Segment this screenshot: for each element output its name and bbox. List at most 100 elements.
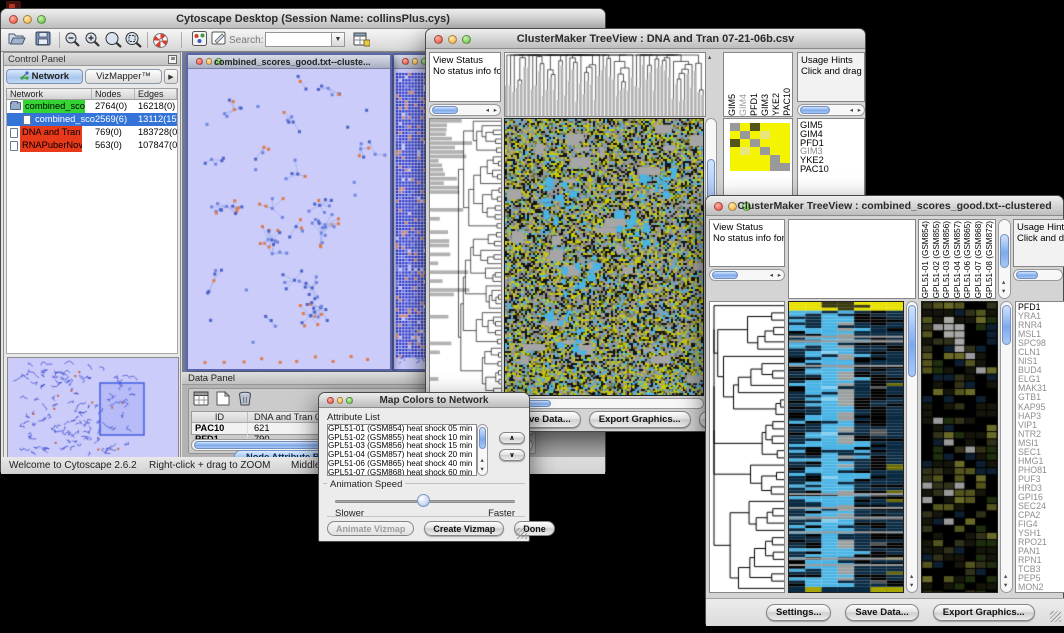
column-header-network[interactable]: Network	[7, 89, 92, 99]
matrix-cell[interactable]	[740, 163, 750, 171]
help-lifesaver-icon[interactable]	[153, 31, 173, 49]
search-input[interactable]	[267, 34, 331, 45]
heatmap-vscrollbar[interactable]: ▴▾	[906, 301, 918, 593]
delete-attribute-icon[interactable]	[236, 391, 253, 408]
birdseye-view-panel[interactable]	[7, 357, 179, 462]
selected-vscrollbar[interactable]: ▴▾	[1000, 301, 1013, 593]
matrix-cell[interactable]	[730, 147, 740, 155]
search-dropdown-arrow[interactable]: ▼	[331, 33, 344, 46]
heatmap-hscrollbar[interactable]	[504, 398, 704, 409]
animate-vizmap-button[interactable]: Animate Vizmap	[327, 521, 414, 536]
network-window-main[interactable]: combined_scores_good.txt--cluste...	[186, 53, 392, 371]
view-status-scrollbar[interactable]: ◂▸	[429, 104, 501, 116]
correlation-matrix[interactable]	[730, 123, 790, 171]
network-tree-row[interactable]: combined_sco2569(6)13112(15)	[7, 113, 177, 126]
matrix-cell[interactable]	[750, 139, 760, 147]
column-dendrogram-panel[interactable]	[504, 52, 706, 117]
column-dendrogram-canvas[interactable]	[505, 53, 705, 116]
main-titlebar[interactable]: Cytoscape Desktop (Session Name: collins…	[1, 9, 605, 29]
close-button[interactable]	[196, 58, 203, 65]
gene-label[interactable]: PAC10	[798, 165, 864, 174]
matrix-cell[interactable]	[780, 155, 790, 163]
minimize-button[interactable]	[206, 58, 213, 65]
export-graphics-button[interactable]: Export Graphics...	[933, 604, 1035, 621]
matrix-cell[interactable]	[770, 147, 780, 155]
close-button[interactable]	[402, 58, 409, 65]
gene-label[interactable]: MON2	[1016, 583, 1064, 592]
row-dendrogram-panel[interactable]	[429, 118, 502, 396]
matrix-cell[interactable]	[750, 147, 760, 155]
column-labels-scrollbar[interactable]: ▴▾	[998, 219, 1011, 299]
matrix-cell[interactable]	[780, 139, 790, 147]
view-status-scrollbar[interactable]: ◂▸	[709, 269, 785, 281]
column-header-nodes[interactable]: Nodes	[92, 89, 135, 99]
heatmap-canvas[interactable]	[789, 302, 903, 592]
zoom-fit-icon[interactable]	[123, 31, 143, 49]
column-label[interactable]: GPL51-03 (GSM856)	[942, 221, 953, 298]
matrix-cell[interactable]	[750, 163, 760, 171]
tabs-overflow-button[interactable]: ▶	[164, 69, 178, 84]
attribute-list-item[interactable]: GPL51-07 (GSM868) heat shock 60 min	[328, 469, 476, 476]
float-panel-icon[interactable]	[168, 55, 177, 64]
matrix-cell[interactable]	[730, 163, 740, 171]
matrix-cell[interactable]	[750, 131, 760, 139]
column-label[interactable]: GPL51-01 (GSM854)	[921, 221, 932, 298]
import-table-icon[interactable]	[351, 31, 371, 49]
column-label[interactable]: GIM3	[760, 94, 771, 116]
column-label[interactable]: GPL51-02 (GSM855)	[932, 221, 943, 298]
settings-button[interactable]: Settings...	[766, 604, 831, 621]
matrix-cell[interactable]	[760, 131, 770, 139]
matrix-cell[interactable]	[760, 123, 770, 131]
network-window-titlebar[interactable]: combined_scores_good.txt--cluste...	[188, 55, 390, 69]
matrix-cell[interactable]	[770, 131, 780, 139]
matrix-cell[interactable]	[740, 155, 750, 163]
matrix-cell[interactable]	[780, 131, 790, 139]
tab-vizmapper[interactable]: VizMapper™	[85, 69, 162, 84]
usage-hints-scrollbar[interactable]	[1013, 269, 1063, 281]
save-data-button[interactable]: Save Data...	[845, 604, 918, 621]
close-button[interactable]	[434, 35, 443, 44]
selected-heatmap-canvas[interactable]	[922, 302, 997, 592]
vizmapper-palette-icon[interactable]	[189, 31, 209, 49]
gene-labels-panel[interactable]: PFD1YRA1RNR4MSL1SPC98CLN1NIS1BUD4ELG1MAK…	[1015, 301, 1064, 593]
animation-speed-slider-knob[interactable]	[417, 494, 430, 507]
matrix-cell[interactable]	[750, 123, 760, 131]
close-button[interactable]	[714, 202, 723, 211]
matrix-cell[interactable]	[780, 123, 790, 131]
tab-network[interactable]: Network	[6, 69, 83, 84]
network-tree-row[interactable]: DNA and Tran 07769(0)183728(0)	[7, 126, 177, 139]
resize-grip[interactable]	[1050, 611, 1061, 622]
usage-hints-scrollbar[interactable]: ◂▸	[797, 104, 865, 116]
network-tree-row[interactable]: RNAPuberNov2+563(0)107847(0)	[7, 139, 177, 152]
open-folder-icon[interactable]	[7, 31, 27, 49]
matrix-cell[interactable]	[730, 155, 740, 163]
matrix-cell[interactable]	[760, 163, 770, 171]
column-label[interactable]: PAC10	[782, 88, 793, 116]
column-label[interactable]: GIM4	[738, 94, 749, 116]
attribute-list[interactable]: GPL51-01 (GSM854) heat shock 05 minGPL51…	[327, 424, 477, 476]
selected-heatmap-panel[interactable]	[921, 301, 998, 593]
column-tree-panel[interactable]	[788, 219, 916, 299]
save-icon[interactable]	[33, 31, 53, 49]
column-label[interactable]: GPL51-07 (GSM868)	[974, 221, 985, 298]
create-vizmap-button[interactable]: Create Vizmap	[424, 521, 504, 536]
column-label[interactable]: GPL51-04 (GSM857)	[953, 221, 964, 298]
matrix-cell[interactable]	[740, 131, 750, 139]
move-up-button[interactable]: ∧	[499, 432, 525, 444]
matrix-cell[interactable]	[760, 139, 770, 147]
matrix-cell[interactable]	[740, 123, 750, 131]
matrix-cell[interactable]	[730, 123, 740, 131]
resize-grip[interactable]	[516, 528, 527, 539]
heatmap-canvas[interactable]	[505, 119, 703, 395]
column-header-id[interactable]: ID	[192, 412, 248, 422]
network-tree-row[interactable]: combined_scores2764(0)16218(0)	[7, 100, 177, 113]
zoom-selected-icon[interactable]	[103, 31, 123, 49]
column-label[interactable]: GPL51-08 (GSM872)	[985, 221, 996, 298]
new-attribute-icon[interactable]	[214, 391, 231, 408]
search-combo[interactable]: ▼	[265, 32, 345, 47]
close-button[interactable]	[9, 15, 18, 24]
export-graphics-button[interactable]: Export Graphics...	[589, 411, 691, 428]
column-label[interactable]: GIM5	[727, 94, 738, 116]
matrix-cell[interactable]	[740, 147, 750, 155]
treeview1-titlebar[interactable]: ClusterMaker TreeView : DNA and Tran 07-…	[426, 29, 865, 49]
